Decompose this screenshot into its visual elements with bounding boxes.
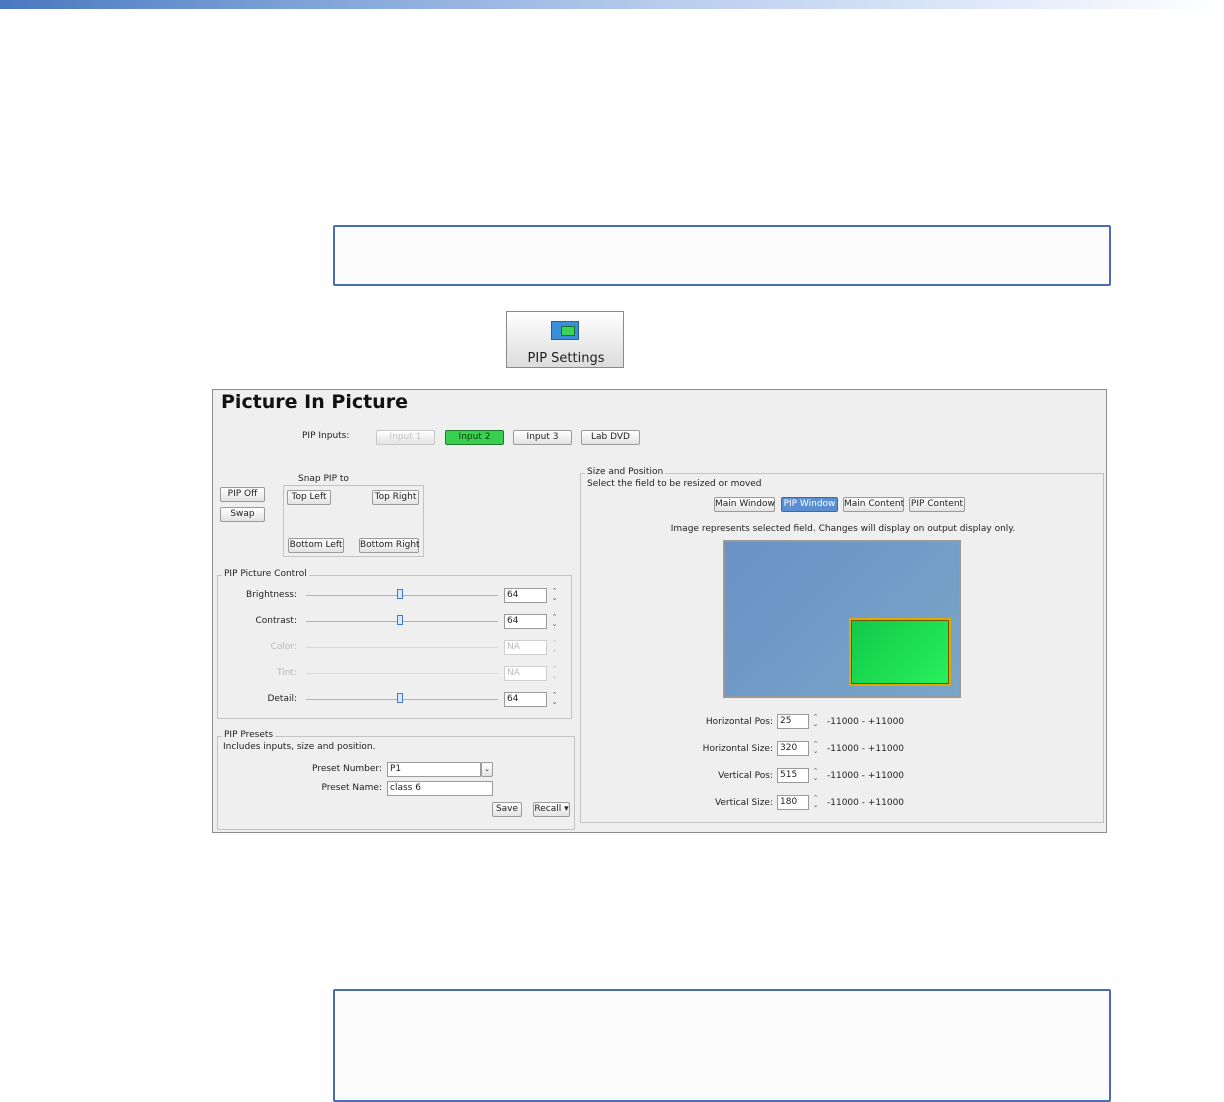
tab-main-window[interactable]: Main Window: [714, 497, 775, 512]
tint-spinner: ⌃ ⌄: [551, 665, 558, 680]
contrast-slider-thumb[interactable]: [397, 615, 403, 625]
h-pos-input[interactable]: 25: [777, 714, 809, 729]
snap-top-right-button[interactable]: Top Right: [372, 490, 419, 505]
pip-off-button[interactable]: PIP Off: [220, 487, 265, 502]
preset-number-select[interactable]: P1: [387, 762, 481, 777]
h-size-range: -11000 - +11000: [827, 744, 905, 754]
header-gradient-bar: [0, 0, 1224, 9]
note-box-bottom: [333, 989, 1111, 1102]
presets-subtitle: Includes inputs, size and position.: [223, 742, 376, 752]
tint-label: Tint:: [277, 668, 297, 678]
brightness-slider-thumb[interactable]: [397, 589, 403, 599]
input-2-button[interactable]: Input 2: [445, 430, 504, 445]
h-pos-label: Horizontal Pos:: [705, 717, 773, 727]
detail-label: Detail:: [267, 694, 297, 704]
h-pos-range: -11000 - +11000: [827, 717, 905, 727]
brightness-label: Brightness:: [246, 590, 297, 600]
detail-slider-thumb[interactable]: [397, 693, 403, 703]
pip-picture-control-group: PIP Picture Control Brightness: 64 ⌃ ⌄ Co…: [217, 569, 572, 719]
input-1-button[interactable]: Input 1: [376, 430, 435, 445]
v-size-label: Vertical Size:: [714, 798, 773, 808]
brightness-field[interactable]: 64: [504, 588, 547, 603]
contrast-field[interactable]: 64: [504, 614, 547, 629]
color-spinner: ⌃ ⌄: [551, 639, 558, 654]
v-size-spinner[interactable]: ⌃ ⌄: [811, 795, 820, 810]
detail-field[interactable]: 64: [504, 692, 547, 707]
preset-name-label: Preset Name:: [321, 783, 382, 793]
tab-pip-content[interactable]: PIP Content: [909, 497, 965, 512]
size-position-group: Size and Position Select the field to be…: [580, 467, 1104, 823]
color-slider: [306, 647, 498, 648]
picture-control-title: PIP Picture Control: [222, 569, 309, 579]
color-label: Color:: [270, 642, 297, 652]
snap-top-left-button[interactable]: Top Left: [287, 490, 331, 505]
snap-pip-label: Snap PIP to: [298, 474, 349, 484]
h-size-spinner[interactable]: ⌃ ⌄: [811, 741, 820, 756]
contrast-spinner[interactable]: ⌃ ⌄: [550, 614, 559, 629]
pip-inputs-label: PIP Inputs:: [302, 431, 350, 441]
preview-note: Image represents selected field. Changes…: [670, 524, 1016, 534]
color-field: NA: [504, 640, 547, 655]
picture-in-picture-panel: Picture In Picture PIP Inputs: Input 1 I…: [212, 389, 1107, 833]
detail-spinner[interactable]: ⌃ ⌄: [550, 692, 559, 707]
preview-area: [723, 540, 961, 698]
pip-window-preview[interactable]: [849, 618, 951, 686]
preset-recall-button[interactable]: Recall ▾: [533, 802, 570, 817]
presets-title: PIP Presets: [222, 730, 276, 740]
tint-field: NA: [504, 666, 547, 681]
size-position-title: Size and Position: [585, 467, 666, 477]
preset-name-input[interactable]: class 6: [387, 781, 493, 796]
snap-bottom-right-button[interactable]: Bottom Right: [359, 538, 420, 553]
v-pos-range: -11000 - +11000: [827, 771, 905, 781]
tab-main-content[interactable]: Main Content: [843, 497, 904, 512]
tint-slider: [306, 673, 498, 674]
size-position-subtitle: Select the field to be resized or moved: [587, 479, 762, 489]
pip-presets-group: PIP Presets Includes inputs, size and po…: [217, 730, 575, 830]
swap-button[interactable]: Swap: [220, 507, 265, 522]
note-box-top: [333, 225, 1111, 286]
h-size-label: Horizontal Size:: [702, 744, 773, 754]
pip-icon: [551, 321, 579, 340]
contrast-label: Contrast:: [255, 616, 298, 626]
tab-pip-window[interactable]: PIP Window: [781, 497, 838, 512]
chevron-down-icon[interactable]: ⌄: [481, 762, 493, 777]
input-3-button[interactable]: Input 3: [513, 430, 572, 445]
v-size-range: -11000 - +11000: [827, 798, 905, 808]
preset-save-button[interactable]: Save: [492, 802, 522, 817]
v-pos-input[interactable]: 515: [777, 768, 809, 783]
panel-title: Picture In Picture: [221, 391, 408, 413]
v-pos-spinner[interactable]: ⌃ ⌄: [811, 768, 820, 783]
preset-number-label: Preset Number:: [312, 764, 382, 774]
v-pos-label: Vertical Pos:: [718, 771, 773, 781]
pip-settings-button[interactable]: PIP Settings: [506, 311, 624, 368]
h-size-input[interactable]: 320: [777, 741, 809, 756]
v-size-input[interactable]: 180: [777, 795, 809, 810]
lab-dvd-button[interactable]: Lab DVD: [581, 430, 640, 445]
brightness-spinner[interactable]: ⌃ ⌄: [550, 588, 559, 603]
snap-bottom-left-button[interactable]: Bottom Left: [288, 538, 344, 553]
pip-settings-label: PIP Settings: [527, 351, 605, 366]
snap-group: Top Left Top Right Bottom Left Bottom Ri…: [283, 485, 424, 557]
h-pos-spinner[interactable]: ⌃ ⌄: [811, 714, 820, 729]
